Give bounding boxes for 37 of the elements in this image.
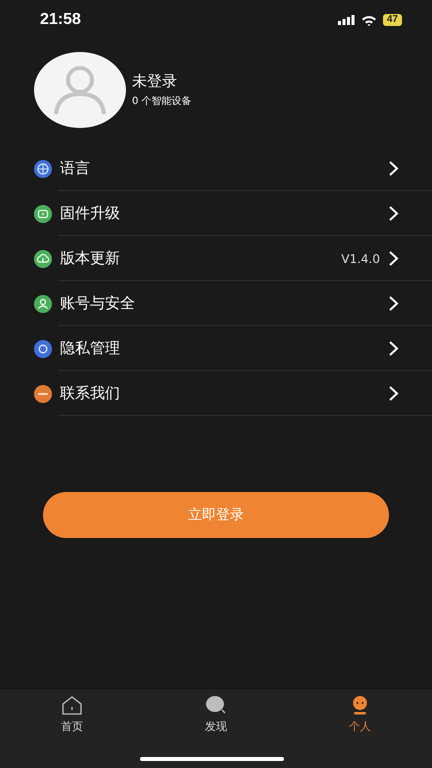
tab[interactable]: 发现 [144,695,288,768]
menu-item[interactable]: 联系我们 [0,371,432,416]
menu-label: 固件升级 [60,204,121,223]
menu-item[interactable]: 账号与安全 [0,281,432,326]
dash-icon [34,384,52,402]
chevron-icon [388,160,399,177]
menu-label: 版本更新 [60,249,121,268]
chevron-icon [388,385,399,402]
battery-indicator: 47 [382,14,402,26]
chevron-icon [388,340,399,357]
tab[interactable]: 个人 [288,695,432,768]
chevron-icon [388,250,399,267]
wifi-icon [360,14,377,26]
status-time: 21:58 [40,11,81,29]
home-icon [61,695,83,715]
speech-bubble-icon [205,695,227,715]
globe-icon [34,160,52,178]
menu-label: 隐私管理 [60,339,121,358]
version-text: V1.4.0 [341,252,380,266]
device-count: 0 个智能设备 [132,94,192,108]
menu-label: 联系我们 [60,384,121,403]
screen-icon [34,204,52,222]
menu-item[interactable]: 隐私管理 [0,326,432,371]
cloud-icon [34,250,52,268]
signal-icon [338,15,355,25]
ring-icon [34,340,52,358]
menu-label: 账号与安全 [60,294,136,313]
menu-item[interactable]: 版本更新 V1.4.0 [0,236,432,281]
tab[interactable]: 首页 [0,695,144,768]
person-icon [34,294,52,312]
menu-label: 语言 [60,159,91,178]
avatar-icon [34,52,126,128]
menu-item[interactable]: 语言 [0,146,432,191]
chevron-icon [388,295,399,312]
chevron-icon [388,205,399,222]
menu-item[interactable]: 固件升级 [0,191,432,236]
login-status: 未登录 [132,72,178,91]
